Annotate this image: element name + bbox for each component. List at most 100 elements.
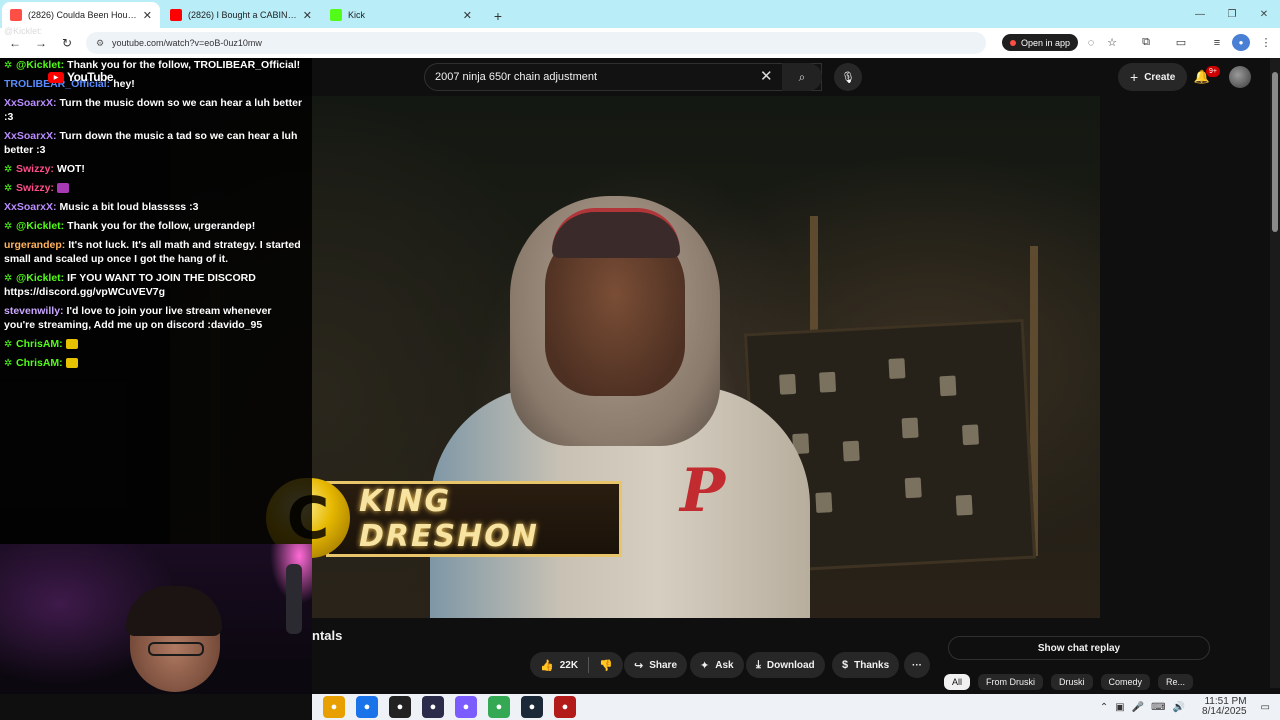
chat-username[interactable]: urgerandep: xyxy=(4,239,65,251)
app-dark-icon[interactable]: ● xyxy=(389,696,411,718)
new-tab-button[interactable]: + xyxy=(486,4,510,28)
chip-druski[interactable]: Druski xyxy=(1051,674,1093,690)
microphone-icon: 🎙 xyxy=(841,71,855,84)
address-bar[interactable]: ⚙ youtube.com/watch?v=eoB-0uz10mw xyxy=(86,32,986,54)
ask-label: Ask xyxy=(715,659,734,671)
chat-username[interactable]: XxSoarxX: xyxy=(4,201,57,213)
sparkle-icon: ✦ xyxy=(700,659,710,672)
chat-emote-icon xyxy=(56,183,69,194)
microphone-arm xyxy=(286,564,302,634)
browser-tab-0[interactable]: (2826) Coulda Been House · 4? ✕ xyxy=(2,2,160,28)
more-actions-button[interactable]: ··· xyxy=(904,652,930,678)
restore-icon[interactable]: ❐ xyxy=(1216,0,1248,28)
app-red-icon[interactable]: ● xyxy=(554,696,576,718)
youtube-dot-icon xyxy=(1010,39,1016,46)
dislike-icon[interactable]: 👎 xyxy=(599,659,613,672)
open-in-app-button[interactable]: Open in app xyxy=(1002,34,1079,51)
kick-favicon-icon xyxy=(330,9,342,21)
close-tab-icon[interactable]: ✕ xyxy=(463,9,472,22)
network-icon[interactable]: ⌨ xyxy=(1151,702,1165,713)
close-tab-icon[interactable]: ✕ xyxy=(143,9,152,22)
chat-username[interactable]: ChrisAM: xyxy=(16,357,63,369)
chat-username[interactable]: stevenwilly: xyxy=(4,305,64,317)
like-count[interactable]: 22K xyxy=(560,660,578,671)
chat-badge-icon: ✲ xyxy=(4,183,13,194)
browser-tab-strip: (2826) Coulda Been House · 4? ✕ (2826) I… xyxy=(0,0,1280,28)
voice-search-button[interactable]: 🎙 xyxy=(834,63,862,91)
cap xyxy=(552,208,680,258)
tray-app-icon[interactable]: ▣ xyxy=(1115,702,1124,713)
reload-icon[interactable]: ↻ xyxy=(56,32,78,54)
chat-badge-icon: ✲ xyxy=(4,339,13,350)
share-icon: ↪ xyxy=(634,659,644,672)
search-button[interactable]: ⌕ xyxy=(782,63,822,91)
chat-emote-icon xyxy=(65,358,78,369)
notification-center-icon[interactable]: ▭ xyxy=(1261,702,1270,713)
chat-ghost-text: @Kicklet: xyxy=(4,26,43,36)
account-avatar[interactable] xyxy=(1229,66,1251,88)
system-tray: ⌃ ▣ 🎤 ⌨ 🔊 11:51 PM 8/14/2025 ▭ xyxy=(1093,694,1270,720)
nameplate-bar: KING DRESHON xyxy=(326,481,622,557)
file-explorer-icon[interactable]: ● xyxy=(323,696,345,718)
extensions-icon[interactable]: ⧉ xyxy=(1137,34,1155,51)
show-chat-replay-button[interactable]: Show chat replay xyxy=(948,636,1210,660)
clock[interactable]: 11:51 PM 8/14/2025 xyxy=(1195,697,1247,717)
like-icon[interactable]: 👍 xyxy=(540,659,554,672)
ask-button[interactable]: ✦ Ask xyxy=(690,652,744,678)
chip-comedy[interactable]: Comedy xyxy=(1100,674,1151,690)
browser-tab-2[interactable]: Kick ✕ xyxy=(322,2,480,28)
create-button[interactable]: + Create xyxy=(1118,63,1188,91)
steam-icon[interactable]: ● xyxy=(521,696,543,718)
volume-icon[interactable]: 🔊 xyxy=(1173,702,1185,713)
youtube-favicon-icon xyxy=(170,9,182,21)
nameplate-text: KING DRESHON xyxy=(359,484,539,554)
chip-more[interactable]: Re... xyxy=(1158,674,1194,690)
youtube-logo-text: YouTube xyxy=(67,70,114,84)
profile-avatar-icon[interactable]: ● xyxy=(1232,34,1250,51)
chip-from-druski[interactable]: From Druski xyxy=(978,674,1044,690)
chat-badge-icon: ✲ xyxy=(4,358,13,369)
clear-search-icon[interactable]: ✕ xyxy=(760,67,773,85)
media-controls-icon[interactable]: ≡ xyxy=(1208,34,1226,51)
chrome-icon[interactable]: ● xyxy=(356,696,378,718)
tray-mic-icon[interactable]: 🎤 xyxy=(1132,702,1144,713)
chrome-2-icon[interactable]: ● xyxy=(488,696,510,718)
chat-message-list: ✲ @Kicklet: Thank you for the follow, TROL… xyxy=(4,58,304,375)
thanks-icon: $ xyxy=(842,659,849,671)
copilot-icon[interactable]: ● xyxy=(455,696,477,718)
tab-title: (2826) Coulda Been House · 4? xyxy=(28,10,139,20)
minimize-icon[interactable]: — xyxy=(1184,0,1216,28)
thanks-button[interactable]: $ Thanks xyxy=(832,652,900,678)
chat-username[interactable]: Swizzy: xyxy=(16,163,54,175)
bookmark-star-icon[interactable]: ☆ xyxy=(1103,34,1121,51)
cast-icon[interactable]: ▭ xyxy=(1172,34,1190,51)
chip-all[interactable]: All xyxy=(944,674,971,690)
share-button[interactable]: ↪ Share xyxy=(624,652,688,678)
chat-username[interactable]: @Kicklet: xyxy=(16,272,64,284)
chat-username[interactable]: XxSoarxX: xyxy=(4,97,57,109)
video-info-bar: ntals 👍 22K 👎 ↪ Share ✦ Ask ⤓ Download $… xyxy=(312,618,1270,690)
tray-chevron-icon[interactable]: ⌃ xyxy=(1100,702,1108,713)
streamer-hair xyxy=(126,586,222,636)
browser-tab-1[interactable]: (2826) I Bought a CABIN for the ✕ xyxy=(162,2,320,28)
download-button[interactable]: ⤓ Download xyxy=(746,652,825,678)
scrollbar-thumb[interactable] xyxy=(1272,72,1278,232)
page-scrollbar[interactable] xyxy=(1270,58,1280,688)
youtube-logo[interactable]: ▶ YouTube xyxy=(48,70,114,84)
more-dots-icon: ··· xyxy=(912,659,922,671)
chat-username[interactable]: XxSoarxX: xyxy=(4,130,57,142)
plus-icon: + xyxy=(1130,69,1139,85)
chat-username[interactable]: Swizzy: xyxy=(16,182,54,194)
chat-message: ✲ @Kicklet: IF YOU WANT TO JOIN THE DISCOR… xyxy=(4,271,304,299)
obs-icon[interactable]: ● xyxy=(422,696,444,718)
site-info-icon[interactable]: ⚙ xyxy=(96,38,106,49)
video-title: ntals xyxy=(312,628,343,643)
close-window-icon[interactable]: ✕ xyxy=(1248,0,1280,28)
eye-off-icon[interactable]: ◌ xyxy=(1082,34,1100,51)
close-tab-icon[interactable]: ✕ xyxy=(303,9,312,22)
chat-username[interactable]: ChrisAM: xyxy=(16,338,63,350)
windows-taskbar: ● ● ● ● ● ● ● ● ⌃ ▣ 🎤 ⌨ 🔊 11:51 PM 8/14/2025 ▭ xyxy=(312,694,1280,720)
chat-text: Music a bit loud blasssss :3 xyxy=(59,201,199,213)
menu-dots-icon[interactable]: ⋮ xyxy=(1257,34,1275,51)
chat-username[interactable]: @Kicklet: xyxy=(16,220,64,232)
